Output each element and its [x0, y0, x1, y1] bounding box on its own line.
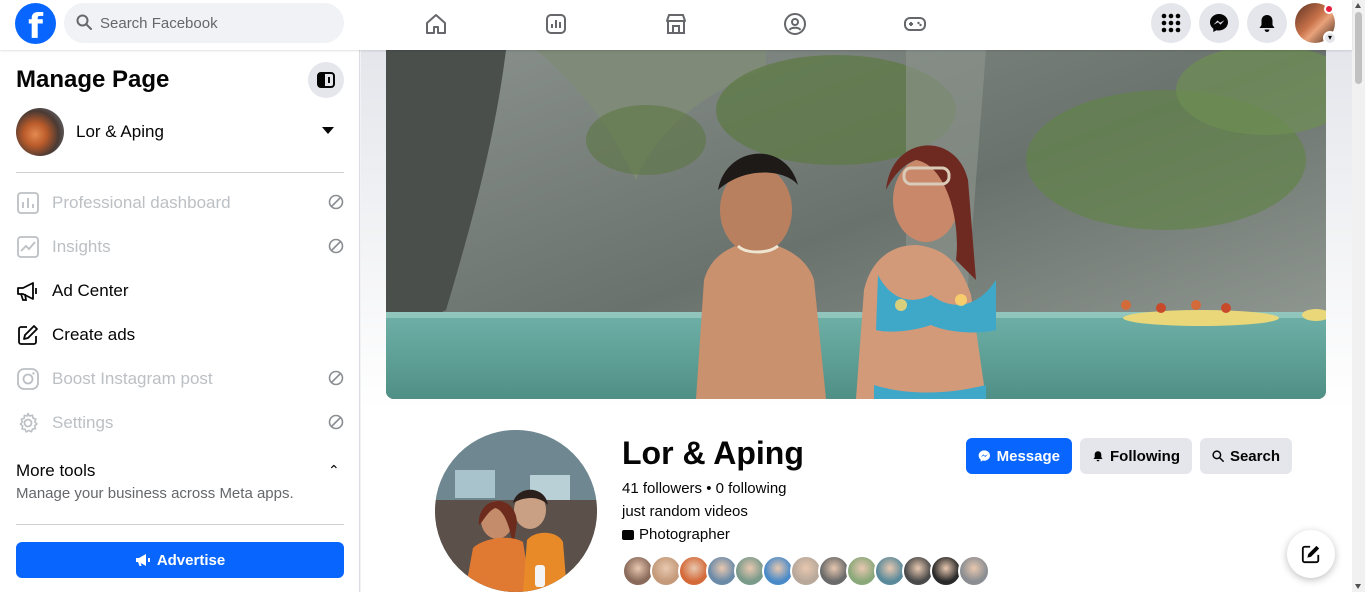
- professional-dashboard-icon: [546, 14, 566, 34]
- caret-down-icon: [322, 127, 334, 134]
- menu-button[interactable]: [1151, 3, 1191, 43]
- follower-stats[interactable]: 41 followers • 0 following: [622, 480, 787, 497]
- sidebar-item-professional-dashboard[interactable]: Professional dashboard: [16, 181, 344, 225]
- notifications-button[interactable]: [1247, 3, 1287, 43]
- page-search-button-label: Search: [1229, 447, 1280, 465]
- camera-icon: [622, 529, 634, 540]
- insights-icon: [16, 235, 40, 259]
- sidebar-item-label: Create ads: [52, 325, 136, 344]
- more-tools-subtitle: Manage your business across Meta apps.: [16, 485, 294, 502]
- page-avatar: [16, 108, 64, 156]
- messenger-icon: [1210, 14, 1228, 32]
- sidebar-item-label: Insights: [52, 237, 111, 256]
- nav-gaming[interactable]: [860, 4, 970, 44]
- scroll-down-arrow-icon[interactable]: [1355, 584, 1361, 589]
- advertise-button[interactable]: Advertise: [16, 542, 344, 578]
- sidebar-item-label: Professional dashboard: [52, 193, 231, 212]
- cover-photo[interactable]: [386, 50, 1326, 399]
- pencil-square-icon: [16, 323, 40, 347]
- dashboard-icon: [16, 191, 40, 215]
- page-scrollbar[interactable]: [1352, 0, 1365, 592]
- sidebar-item-create-ads[interactable]: Create ads: [16, 313, 344, 357]
- messenger-icon: [978, 450, 990, 462]
- scrollbar-thumb[interactable]: [1355, 12, 1362, 84]
- page-name: Lor & Aping: [622, 435, 804, 471]
- search-input[interactable]: [100, 3, 336, 43]
- advertise-button-label: Advertise: [156, 551, 226, 569]
- bell-icon: [1093, 451, 1103, 462]
- sidebar-item-insights[interactable]: Insights: [16, 225, 344, 269]
- unavailable-icon: [328, 194, 344, 210]
- sidebar-item-ad-center[interactable]: Ad Center: [16, 269, 344, 313]
- cover-photo-image: [386, 50, 1326, 399]
- page-bio: just random videos: [622, 503, 748, 520]
- search-icon: [76, 14, 92, 30]
- sidebar-item-label: Ad Center: [52, 281, 129, 300]
- megaphone-icon: [16, 279, 40, 303]
- facebook-logo[interactable]: f: [15, 3, 56, 44]
- follower-avatars[interactable]: [622, 555, 990, 587]
- page-switcher-name: Lor & Aping: [76, 122, 164, 141]
- notifications-bell-icon: [1259, 15, 1275, 32]
- home-icon: [426, 14, 446, 34]
- following-button[interactable]: Following: [1080, 438, 1192, 474]
- menu-grid-icon: [1161, 13, 1181, 33]
- new-message-button[interactable]: [1287, 530, 1335, 578]
- sidebar-item-settings[interactable]: Settings: [16, 401, 344, 445]
- groups-icon: [784, 13, 806, 35]
- nav-home[interactable]: [381, 4, 491, 44]
- unavailable-icon: [328, 370, 344, 386]
- divider: [16, 172, 344, 173]
- message-button[interactable]: Message: [966, 438, 1072, 474]
- message-button-label: Message: [996, 447, 1060, 465]
- page-switcher[interactable]: Lor & Aping: [16, 108, 344, 156]
- notification-dot: [1324, 4, 1334, 14]
- divider: [16, 524, 344, 525]
- sidebar-toggle-icon: [317, 72, 335, 88]
- follower-avatar[interactable]: [958, 555, 990, 587]
- page-search-button[interactable]: Search: [1200, 438, 1292, 474]
- megaphone-icon: [135, 554, 150, 566]
- chevron-up-icon[interactable]: ⌃: [328, 462, 340, 479]
- profile-picture-image: [435, 430, 597, 592]
- nav-groups[interactable]: [740, 4, 850, 44]
- sidebar-item-boost-instagram-post[interactable]: Boost Instagram post: [16, 357, 344, 401]
- scroll-up-arrow-icon[interactable]: [1355, 3, 1361, 8]
- sidebar-title: Manage Page: [16, 66, 170, 93]
- unavailable-icon: [328, 414, 344, 430]
- instagram-icon: [16, 367, 40, 391]
- sidebar-item-label: Boost Instagram post: [52, 369, 213, 388]
- page-category: Photographer: [622, 526, 730, 543]
- nav-marketplace[interactable]: [621, 4, 731, 44]
- search-icon: [1212, 450, 1224, 462]
- compose-icon: [1301, 545, 1320, 564]
- nav-professional-dashboard[interactable]: [501, 4, 611, 44]
- messenger-button[interactable]: [1199, 3, 1239, 43]
- following-button-label: Following: [1110, 447, 1180, 465]
- account-avatar[interactable]: ▾: [1295, 3, 1337, 45]
- unavailable-icon: [328, 238, 344, 254]
- top-navigation-bar: f Search Facebook ▾: [0, 0, 1352, 50]
- sidebar-item-label: Settings: [52, 413, 114, 432]
- manage-page-sidebar: Manage Page Lor & Aping Professional das…: [0, 50, 360, 592]
- search-bar[interactable]: [64, 3, 344, 43]
- collapse-sidebar-button[interactable]: [308, 62, 344, 98]
- marketplace-icon: [666, 14, 686, 34]
- chevron-down-icon: ▾: [1323, 31, 1337, 45]
- page-profile-main: Lor & Aping 41 followers • 0 following j…: [361, 50, 1352, 592]
- gaming-icon: [904, 17, 926, 31]
- profile-picture[interactable]: [431, 426, 601, 592]
- more-tools-title: More tools: [16, 461, 96, 480]
- page-category-label: Photographer: [639, 526, 730, 543]
- gear-icon: [16, 411, 40, 435]
